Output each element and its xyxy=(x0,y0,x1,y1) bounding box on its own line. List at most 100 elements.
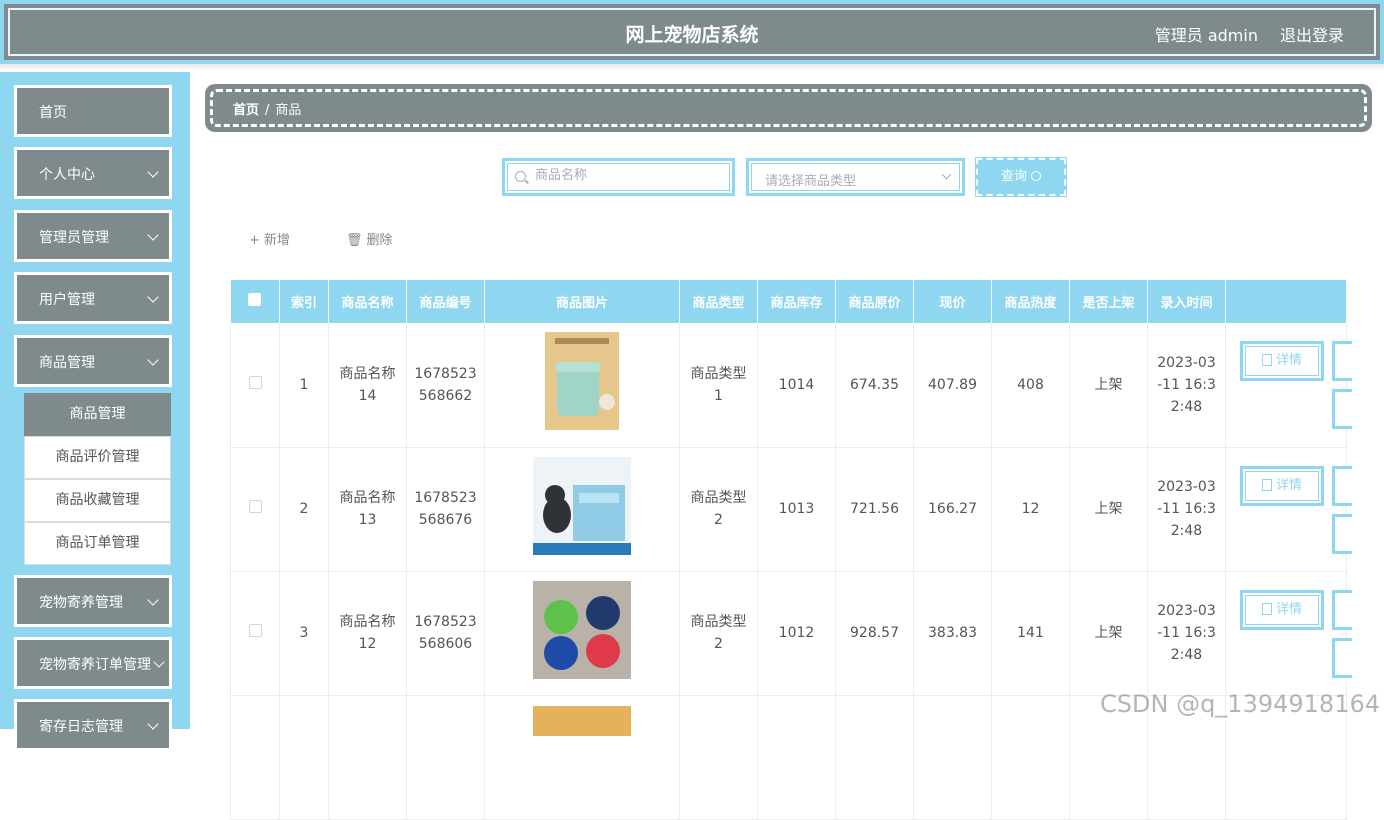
row-select-cell[interactable] xyxy=(230,323,280,448)
cell-image xyxy=(484,571,680,696)
select-all-checkbox[interactable] xyxy=(248,293,262,306)
header-user-area: 管理员 admin 退出登录 xyxy=(1155,22,1344,46)
col-header-heat: 商品热度 xyxy=(991,280,1070,323)
header-shadow xyxy=(0,64,1384,72)
cell-orig-price: 928.57 xyxy=(835,571,914,696)
cell-time-line: -11 16:3 xyxy=(1157,501,1216,517)
detail-button[interactable]: 详情 xyxy=(1240,465,1324,506)
cell-time-line: 2023-03 xyxy=(1157,354,1216,371)
select-all-cell[interactable] xyxy=(230,280,280,323)
delete-row-button[interactable] xyxy=(1332,389,1352,429)
document-icon xyxy=(1261,602,1272,615)
edit-button[interactable] xyxy=(1332,465,1352,506)
document-icon xyxy=(1261,354,1272,366)
cell-image xyxy=(484,695,680,820)
cell-time-line: 2023-03 xyxy=(1157,603,1216,619)
table-row: 1 商品名称 14 1678523 568662 商品类型 1 1014 674.35… xyxy=(230,323,1352,448)
product-name-search[interactable] xyxy=(502,158,735,196)
cell-code-line: 568662 xyxy=(418,387,473,404)
detail-button[interactable]: 详情 xyxy=(1240,341,1324,381)
sidebar-item-product-management[interactable]: 商品管理 xyxy=(14,335,172,387)
submenu-item-product-orders[interactable]: 商品订单管理 xyxy=(24,522,171,565)
sidebar-item-home[interactable]: 首页 xyxy=(14,85,172,137)
search-icon xyxy=(1031,171,1041,181)
col-header-image: 商品图片 xyxy=(484,280,680,323)
col-header-listed: 是否上架 xyxy=(1069,280,1148,323)
cell-time-line: 2023-03 xyxy=(1157,479,1216,495)
cell-listed: 上架 xyxy=(1069,571,1148,696)
breadcrumb-trail: 首页 / 商品 xyxy=(233,99,301,118)
submenu-item-product-favorites[interactable]: 商品收藏管理 xyxy=(24,479,171,522)
delete-row-button[interactable] xyxy=(1332,513,1352,554)
col-header-name: 商品名称 xyxy=(328,280,407,323)
cell-heat xyxy=(991,695,1070,820)
cell-type-line: 2 xyxy=(714,636,723,652)
query-button[interactable]: 查询 xyxy=(975,157,1067,197)
cell-index: 2 xyxy=(279,447,329,572)
row-select-cell[interactable] xyxy=(230,447,280,572)
cell-heat: 408 xyxy=(991,323,1070,448)
cell-type: 商品类型 2 xyxy=(679,447,758,572)
product-image[interactable] xyxy=(533,456,631,555)
breadcrumb-home[interactable]: 首页 xyxy=(233,103,259,118)
cell-type xyxy=(679,695,758,820)
cell-name-line: 13 xyxy=(358,512,377,528)
submenu-item-product-management[interactable]: 商品管理 xyxy=(24,393,171,436)
pet-bowls-image xyxy=(533,580,631,679)
product-image[interactable] xyxy=(545,332,619,431)
row-checkbox[interactable] xyxy=(248,624,262,637)
detail-button-border xyxy=(1245,470,1319,501)
sidebar-item-label: 寄存日志管理 xyxy=(39,719,123,735)
sidebar-item-admin-management[interactable]: 管理员管理 xyxy=(14,210,172,262)
sidebar-item-user-management[interactable]: 用户管理 xyxy=(14,272,172,324)
pet-pad-image xyxy=(533,456,631,555)
delete-button[interactable]: 🗑 删除 xyxy=(346,229,393,248)
row-checkbox[interactable] xyxy=(248,375,262,389)
cell-code: 1678523 568676 xyxy=(406,447,485,572)
edit-button[interactable] xyxy=(1332,341,1352,381)
pet-bin-image xyxy=(545,332,619,431)
cell-name-line: 12 xyxy=(358,636,377,652)
sidebar-item-pet-boarding-orders[interactable]: 宠物寄养订单管理 xyxy=(14,637,172,689)
cell-code-line: 568676 xyxy=(418,512,473,528)
cell-image xyxy=(484,323,680,448)
detail-button[interactable]: 详情 xyxy=(1240,589,1324,630)
submenu-item-product-reviews[interactable]: 商品评价管理 xyxy=(24,436,171,479)
cell-stock xyxy=(757,695,836,820)
table-row: 2 商品名称 13 1678523 568676 商品类型 2 1013 721. xyxy=(230,447,1352,572)
row-select-cell[interactable] xyxy=(230,695,280,820)
row-select-cell[interactable] xyxy=(230,571,280,696)
chevron-down-icon xyxy=(147,166,159,178)
cell-type: 商品类型 2 xyxy=(679,571,758,696)
cell-stock: 1013 xyxy=(757,447,836,572)
cell-name-line: 商品名称 xyxy=(339,365,396,382)
cell-price: 383.83 xyxy=(913,571,992,696)
cell-listed: 上架 xyxy=(1069,447,1148,572)
edit-button[interactable] xyxy=(1332,589,1352,630)
product-table: 索引 商品名称 商品编号 商品图片 商品类型 商品库存 商品原价 现价 商品热度… xyxy=(230,280,1352,820)
add-button[interactable]: + 新增 xyxy=(249,229,290,248)
watermark: CSDN @q_1394918164 xyxy=(1100,690,1380,718)
cell-time-line: 2:48 xyxy=(1170,398,1203,415)
sidebar-item-storage-log[interactable]: 寄存日志管理 xyxy=(14,699,172,751)
product-image[interactable] xyxy=(533,705,631,736)
sidebar-item-personal-center[interactable]: 个人中心 xyxy=(14,147,172,199)
cell-name-line: 14 xyxy=(358,387,377,404)
sidebar-item-pet-boarding[interactable]: 宠物寄养管理 xyxy=(14,575,172,627)
cell-name: 商品名称 14 xyxy=(328,323,407,448)
cell-code-line: 1678523 xyxy=(414,365,477,382)
search-input[interactable] xyxy=(535,168,725,183)
admin-label[interactable]: 管理员 admin xyxy=(1155,22,1258,46)
logout-button[interactable]: 退出登录 xyxy=(1280,22,1344,46)
delete-row-button[interactable] xyxy=(1332,637,1352,678)
product-type-select[interactable]: 请选择商品类型 xyxy=(746,158,965,196)
cell-name-line: 商品名称 xyxy=(339,614,396,630)
breadcrumb-current: 商品 xyxy=(275,103,302,118)
cell-code: 1678523 568662 xyxy=(406,323,485,448)
row-checkbox[interactable] xyxy=(248,500,262,513)
cell-code-line: 568606 xyxy=(418,636,473,652)
product-image[interactable] xyxy=(533,580,631,679)
chevron-down-icon xyxy=(147,354,159,366)
trash-icon: 🗑 xyxy=(346,233,363,248)
sidebar-item-label: 个人中心 xyxy=(39,167,95,183)
